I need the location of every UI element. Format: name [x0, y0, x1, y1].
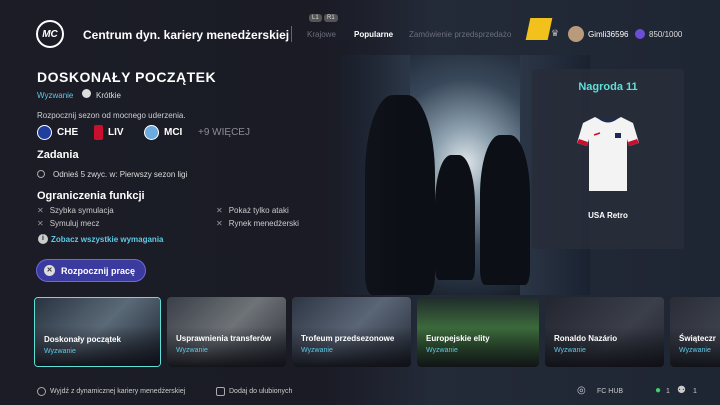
club-mci: MCI [144, 124, 182, 140]
limits-heading: Ograniczenia funkcji [37, 190, 145, 202]
club-label: CHE [57, 126, 79, 138]
club-label: LIV [108, 126, 124, 138]
challenge-card[interactable]: Doskonały początek Wyzwanie [34, 297, 161, 367]
x-icon: ✕ [37, 206, 44, 215]
info-icon: i [38, 234, 48, 244]
tab-preorder[interactable]: Zamówienie przedsprzedażo [409, 30, 511, 39]
card-subtitle: Wyzwanie [176, 347, 208, 354]
jersey-icon [577, 117, 639, 191]
square-button-icon [216, 387, 225, 396]
more-clubs: +9 WIĘCEJ [198, 127, 250, 138]
limit-item: ✕ Symuluj mecz [37, 219, 100, 228]
club-liv: LIV [94, 124, 124, 140]
liv-crest-icon [94, 124, 103, 140]
tab-domestic[interactable]: Krajowe [307, 30, 336, 39]
club-label: MCI [164, 126, 183, 138]
limit-label: Pokaż tylko ataki [228, 206, 289, 215]
club-che: CHE [37, 124, 78, 140]
card-subtitle: Wyzwanie [301, 347, 333, 354]
status-count: 1 [666, 388, 670, 395]
challenge-card[interactable]: Świąteczr Wyzwanie [670, 297, 720, 367]
challenge-card[interactable]: Usprawnienia transferów Wyzwanie [167, 297, 286, 367]
reward-title: Nagroda 11 [578, 81, 638, 93]
x-icon: ✕ [37, 219, 44, 228]
challenge-card[interactable]: Ronaldo Nazário Wyzwanie [545, 297, 664, 367]
card-title: Europejskie elity [426, 334, 490, 343]
limit-item: ✕ Szybka symulacja [37, 206, 114, 215]
start-job-label: Rozpocznij pracę [61, 265, 136, 276]
card-subtitle: Wyzwanie [554, 347, 586, 354]
card-shade [35, 326, 160, 366]
reward-panel: Nagroda 11 USA Retro [532, 69, 684, 249]
card-title: Świąteczr [679, 334, 716, 343]
limit-item: ✕ Pokaż tylko ataki [216, 206, 289, 215]
exit-career-hint[interactable]: Wyjdź z dynamicznej kariery menedżerskie… [50, 388, 185, 395]
fc-hub-label[interactable]: FC HUB [597, 388, 623, 395]
clock-icon [82, 89, 91, 98]
add-favorite-hint[interactable]: Dodaj do ulubionych [229, 388, 292, 395]
card-title: Trofeum przedsezonowe [301, 334, 395, 343]
challenge-card[interactable]: Trofeum przedsezonowe Wyzwanie [292, 297, 411, 367]
limit-item: ✕ Rynek menedżerski [216, 219, 299, 228]
x-icon: ✕ [216, 219, 223, 228]
challenge-description: Rozpocznij sezon od mocnego uderzenia. [37, 111, 186, 120]
season-badge [525, 18, 553, 40]
divider [291, 26, 292, 42]
limit-label: Szybka symulacja [49, 206, 114, 215]
card-subtitle: Wyzwanie [679, 347, 711, 354]
coin-icon [635, 29, 645, 39]
challenge-type: Wyzwanie [37, 91, 74, 100]
reward-item-name: USA Retro [588, 211, 628, 220]
avatar[interactable] [568, 26, 584, 42]
tasks-heading: Zadania [37, 149, 79, 161]
silhouette-child [435, 155, 475, 280]
challenge-title: DOSKONAŁY POCZĄTEK [37, 69, 217, 85]
friends-icon: ⚉ [677, 385, 686, 396]
limit-label: Symuluj mecz [49, 219, 100, 228]
friends-count: 1 [693, 388, 697, 395]
mci-crest-icon [144, 124, 159, 140]
start-job-button[interactable]: ✕ Rozpocznij pracę [36, 259, 146, 282]
username: Gimli36596 [588, 30, 629, 39]
rb-button-hint: R1 [324, 14, 338, 22]
status-icon: ● [655, 385, 662, 396]
limit-label: Rynek menedżerski [228, 219, 299, 228]
x-icon: ✕ [216, 206, 223, 215]
x-button-icon: ✕ [44, 265, 55, 276]
view-requirements-link[interactable]: Zobacz wszystkie wymagania [51, 235, 164, 244]
card-subtitle: Wyzwanie [426, 347, 458, 354]
footer-bar: Wyjdź z dynamicznej kariery menedżerskie… [0, 378, 720, 405]
card-title: Ronaldo Nazário [554, 334, 618, 343]
card-subtitle: Wyzwanie [44, 348, 76, 355]
silhouette-child-2 [480, 135, 530, 285]
hub-icon: ◎ [577, 385, 586, 396]
che-crest-icon [37, 124, 52, 140]
card-title: Doskonały początek [44, 335, 121, 344]
tab-popular[interactable]: Popularne [354, 30, 393, 39]
app-title: Centrum dyn. kariery menedżerskiej [83, 28, 290, 42]
hero-fade [280, 40, 400, 310]
top-bar: MC Centrum dyn. kariery menedżerskiej L1… [0, 0, 720, 48]
challenge-card[interactable]: Europejskie elity Wyzwanie [417, 297, 539, 367]
app-logo: MC [36, 20, 64, 48]
lb-button-hint: L1 [309, 14, 322, 22]
circle-button-icon [37, 387, 46, 396]
card-title: Usprawnienia transferów [176, 334, 272, 343]
task-radio [37, 170, 45, 178]
challenge-duration: Krótkie [96, 91, 121, 100]
coin-balance: 850/1000 [649, 30, 683, 39]
task-item: Odnieś 5 zwyc. w: Pierwszy sezon ligi [53, 170, 188, 179]
trophy-icon: ♛ [551, 28, 560, 38]
